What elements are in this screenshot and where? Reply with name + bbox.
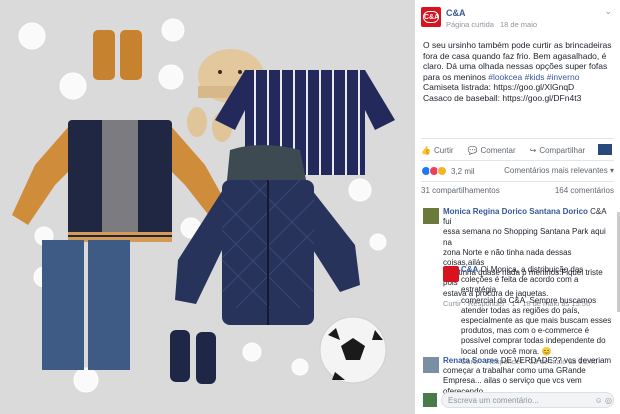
comment-icon: 💬 — [467, 145, 478, 155]
comment-author[interactable]: Renata Soares — [443, 356, 499, 365]
comment-text: essa semana no Shopping Santana Park aqu… — [443, 227, 606, 247]
post-link-jacket[interactable]: Casaco de baseball: https://goo.gl/DFn4t… — [423, 93, 612, 104]
emoji-icon[interactable]: ☺ ◎ — [595, 396, 612, 405]
comment-text: atender todas as regiões do país, — [461, 305, 580, 315]
facebook-photo-viewer: C&A C&A Página curtida 18 de maio ⌄ O seu… — [0, 0, 620, 414]
share-count[interactable]: 31 compartilhamentos — [421, 186, 500, 195]
avatar[interactable] — [423, 393, 437, 407]
page-avatar[interactable]: C&A — [421, 7, 441, 27]
comment-text: Oi Monica, a distribuição das — [480, 265, 584, 274]
comment-author[interactable]: Monica Regina Dorico Santana Dorico — [443, 207, 588, 216]
divider — [421, 181, 614, 182]
comment-count[interactable]: 164 comentários — [555, 186, 614, 195]
comment-text: coleções é feita de acordo com a estraté… — [461, 275, 579, 295]
post-meta-date[interactable]: 18 de maio — [500, 20, 537, 29]
reactions-bar[interactable]: 3,2 mil Comentários mais relevantes ▾ — [421, 164, 614, 178]
post-stats: 31 compartilhamentos 164 comentários — [421, 186, 614, 195]
sort-label: Comentários mais relevantes — [504, 166, 608, 175]
page-logo-text: C&A — [423, 11, 439, 23]
viewer-avatar[interactable] — [598, 144, 612, 155]
comment-author[interactable]: C&A — [461, 265, 478, 274]
comment-text: produtos, mas com o e-commerce é — [461, 326, 590, 336]
share-icon: ↪ — [529, 145, 537, 155]
share-button[interactable]: ↪ Compartilhar — [530, 146, 586, 155]
post-text: O seu ursinho também pode curtir as brin… — [415, 32, 620, 104]
chevron-down-icon[interactable]: ⌄ — [604, 6, 612, 17]
divider — [421, 138, 614, 139]
like-button[interactable]: 👍 Curtir — [421, 146, 454, 155]
divider — [421, 160, 614, 161]
haha-reaction-icon — [437, 166, 447, 176]
kids-outfit-photo — [0, 0, 415, 414]
thumb-up-icon: 👍 — [421, 145, 431, 155]
post-meta: Página curtida 18 de maio — [446, 20, 543, 29]
post-line: claro. Dá uma olhada nessas opções super… — [423, 61, 608, 72]
post-link-shirt[interactable]: Camiseta listrada: https://goo.gl/XlGnqD — [423, 82, 612, 93]
comment-reply: C&A Oi Monica, a distribuição das coleçõ… — [461, 265, 613, 367]
post-panel: C&A C&A Página curtida 18 de maio ⌄ O seu… — [415, 0, 620, 414]
comment-text: possível comprar todas independente do — [461, 336, 606, 346]
post-photo[interactable] — [0, 0, 415, 414]
like-label: Curtir — [433, 145, 454, 155]
post-actions: 👍 Curtir 💬 Comentar ↪ Compartilhar — [421, 143, 614, 157]
comment-text: começar a trabalhar como uma GRande — [443, 366, 586, 376]
comment-sort-dropdown[interactable]: Comentários mais relevantes ▾ — [504, 166, 614, 175]
comment-input-placeholder: Escreva um comentário... — [448, 396, 539, 405]
post-line: O seu ursinho também pode curtir as brin… — [423, 40, 612, 50]
post-hashtags[interactable]: #lookcea #kids #inverno — [488, 72, 579, 82]
comment-input[interactable]: Escreva um comentário... — [441, 392, 614, 408]
post-line: para os meninos — [423, 71, 486, 82]
post-line: fora de casa quando faz frio. Bem agasal… — [423, 50, 607, 61]
comment-text: especialmente as que mais buscam esses — [461, 316, 612, 326]
comment-button[interactable]: 💬 Comentar — [468, 146, 516, 155]
post-meta-type: Página curtida — [446, 20, 494, 29]
avatar[interactable] — [423, 357, 439, 373]
comment-label: Comentar — [480, 145, 516, 155]
avatar[interactable] — [423, 208, 439, 224]
reaction-count: 3,2 mil — [451, 166, 475, 176]
comment-text: comercial da C&A. Sempre buscamos — [461, 295, 597, 305]
share-label: Compartilhar — [539, 145, 586, 155]
avatar[interactable] — [443, 266, 459, 282]
page-name[interactable]: C&A — [446, 8, 466, 18]
post-header: C&A C&A Página curtida 18 de maio ⌄ — [415, 0, 620, 32]
comment: Renata Soares DE VERDADE?? vcs deveriam … — [443, 356, 615, 397]
comment-text: local onde você mora. 😊 — [461, 346, 552, 356]
comment-text: DE VERDADE?? vcs deveriam — [500, 356, 612, 365]
